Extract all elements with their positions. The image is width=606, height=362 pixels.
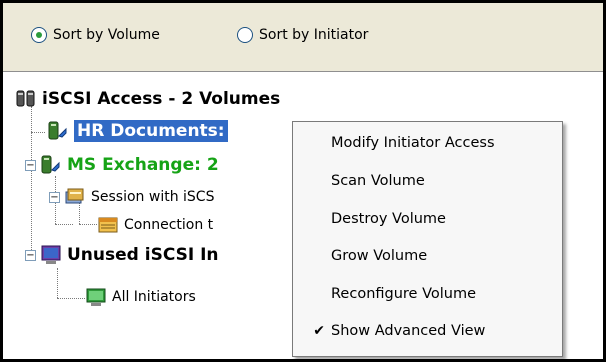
- menu-item-scan-volume[interactable]: Scan Volume: [293, 162, 562, 200]
- tree-line: [31, 106, 32, 256]
- menu-item-label: Scan Volume: [331, 173, 425, 189]
- menu-item-grow-volume[interactable]: Grow Volume: [293, 237, 562, 275]
- menu-item-label: Reconfigure Volume: [331, 286, 477, 302]
- checkmark-icon: ✔: [313, 323, 325, 339]
- tree-root[interactable]: iSCSI Access - 2 Volumes: [15, 88, 280, 110]
- radio-icon: [237, 27, 253, 43]
- monitor-icon: [40, 244, 62, 266]
- menu-item-destroy-volume[interactable]: Destroy Volume: [293, 200, 562, 238]
- sort-by-volume-radio[interactable]: Sort by Volume: [31, 27, 160, 43]
- monitor-icon: [85, 286, 107, 308]
- sort-by-initiator-radio[interactable]: Sort by Initiator: [237, 27, 368, 43]
- tree-item-label: MS Exchange: 2: [67, 155, 219, 175]
- tree-root-label: iSCSI Access - 2 Volumes: [42, 89, 281, 109]
- sort-bar: Sort by Volume Sort by Initiator: [3, 3, 603, 72]
- collapse-icon[interactable]: −: [49, 191, 60, 203]
- collapse-icon[interactable]: −: [25, 249, 36, 261]
- menu-item-label: Modify Initiator Access: [331, 135, 495, 151]
- tree-item-label: Unused iSCSI In: [67, 245, 219, 265]
- tree-item-session[interactable]: − Session with iSCS: [49, 186, 214, 208]
- tree-item-all-initiators[interactable]: All Initiators: [85, 286, 196, 308]
- tree-item-label: Connection t: [124, 217, 214, 233]
- tree-line: [79, 224, 97, 225]
- tree-line: [31, 132, 45, 133]
- tree-item-hr-documents[interactable]: HR Documents:: [47, 120, 228, 142]
- iscsi-group-icon: [15, 88, 37, 110]
- context-menu: Modify Initiator Access Scan Volume Dest…: [292, 121, 563, 357]
- tree-item-ms-exchange[interactable]: − MS Exchange: 2: [25, 154, 219, 176]
- menu-item-label: Destroy Volume: [331, 211, 446, 227]
- iscsi-panel: Sort by Volume Sort by Initiator iSCSI A…: [0, 0, 606, 362]
- menu-item-show-advanced-view[interactable]: ✔ Show Advanced View: [293, 312, 562, 350]
- tree-item-connection[interactable]: Connection t: [97, 214, 213, 236]
- connection-icon: [97, 214, 119, 236]
- session-icon: [64, 186, 86, 208]
- sort-by-initiator-label: Sort by Initiator: [259, 27, 369, 43]
- menu-item-label: Grow Volume: [331, 248, 428, 264]
- menu-item-reconfigure-volume[interactable]: Reconfigure Volume: [293, 275, 562, 313]
- collapse-icon[interactable]: −: [25, 159, 36, 171]
- menu-item-label: Show Advanced View: [331, 323, 486, 339]
- tree-line: [55, 224, 73, 225]
- sort-by-volume-label: Sort by Volume: [53, 27, 160, 43]
- volume-icon: [40, 154, 62, 176]
- tree-line: [57, 268, 58, 298]
- tree-item-label: Session with iSCS: [91, 189, 215, 205]
- radio-icon: [31, 27, 47, 43]
- tree-item-unused-initiators[interactable]: − Unused iSCSI In: [25, 244, 219, 266]
- tree-line: [57, 298, 85, 299]
- tree-item-label: HR Documents:: [74, 120, 228, 142]
- tree-item-label: All Initiators: [112, 289, 196, 305]
- menu-item-modify-initiator-access[interactable]: Modify Initiator Access: [293, 124, 562, 162]
- volume-icon: [47, 120, 69, 142]
